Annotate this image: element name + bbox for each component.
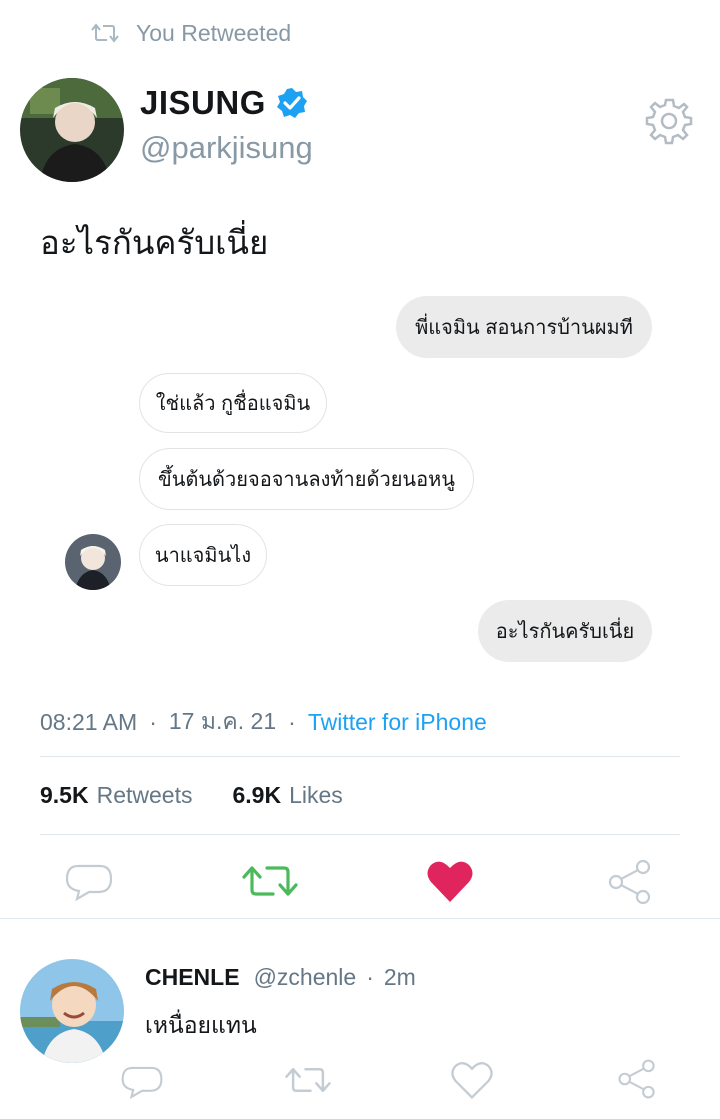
retweet-icon[interactable] — [284, 1062, 332, 1098]
share-icon[interactable] — [606, 858, 654, 906]
retweets-stat[interactable]: 9.5K Retweets — [40, 782, 192, 809]
meta-separator: · — [288, 708, 296, 735]
like-icon[interactable] — [451, 1060, 493, 1100]
tweet-stats: 9.5K Retweets 6.9K Likes — [40, 782, 343, 809]
retweet-icon[interactable] — [241, 860, 299, 902]
retweet-icon — [91, 23, 119, 43]
author-name[interactable]: JISUNG — [140, 84, 266, 122]
retweets-count: 9.5K — [40, 782, 89, 808]
chat-avatar — [65, 534, 121, 590]
author-handle[interactable]: @parkjisung — [140, 130, 313, 166]
author-avatar[interactable] — [20, 78, 124, 182]
chat-bubble-sent: อะไรกันครับเนี่ย — [478, 600, 652, 662]
reply-text: เหนื่อยแทน — [145, 1012, 257, 1038]
author-name-row[interactable]: JISUNG — [140, 84, 308, 122]
reply-author-name[interactable]: CHENLE — [145, 964, 240, 991]
like-icon[interactable] — [426, 858, 474, 904]
likes-stat[interactable]: 6.9K Likes — [232, 782, 342, 809]
section-divider — [0, 918, 720, 919]
retweet-banner: You Retweeted — [90, 18, 291, 48]
reply-header: CHENLE @zchenle · 2m — [145, 964, 416, 991]
divider — [40, 756, 680, 757]
share-icon[interactable] — [616, 1058, 658, 1100]
chat-bubble-received: นาแจมินไง — [139, 524, 267, 586]
likes-count: 6.9K — [232, 782, 282, 808]
tweet-time: 08:21 AM — [40, 708, 138, 735]
tweet-meta: 08:21 AM · 17 ม.ค. 21 · Twitter for iPho… — [40, 704, 487, 740]
divider — [40, 834, 680, 835]
gear-icon[interactable] — [644, 96, 694, 146]
reply-author-handle[interactable]: @zchenle — [254, 964, 357, 991]
reply-author-avatar[interactable] — [20, 959, 124, 1063]
retweets-label: Retweets — [96, 782, 193, 808]
reply-icon[interactable] — [120, 1064, 164, 1100]
reply-separator: · — [366, 964, 374, 990]
tweet-date: 17 ม.ค. 21 — [168, 708, 277, 734]
chat-bubble-received: ขึ้นต้นด้วยจอจานลงท้ายด้วยนอหนู — [139, 448, 474, 510]
meta-separator: · — [149, 708, 157, 735]
retweet-banner-label: You Retweeted — [136, 19, 292, 46]
chat-bubble-sent: พี่แจมิน สอนการบ้านผมที — [396, 296, 652, 358]
tweet-client-link[interactable]: Twitter for iPhone — [308, 709, 487, 736]
reply-icon[interactable] — [64, 862, 114, 902]
likes-label: Likes — [289, 782, 343, 808]
verified-badge-icon — [276, 88, 307, 118]
tweet-text: อะไรกันครับเนี่ย — [40, 224, 269, 261]
reply-time: 2m — [383, 964, 416, 990]
chat-bubble-received: ใช่แล้ว กูชื่อแจมิน — [139, 373, 327, 433]
